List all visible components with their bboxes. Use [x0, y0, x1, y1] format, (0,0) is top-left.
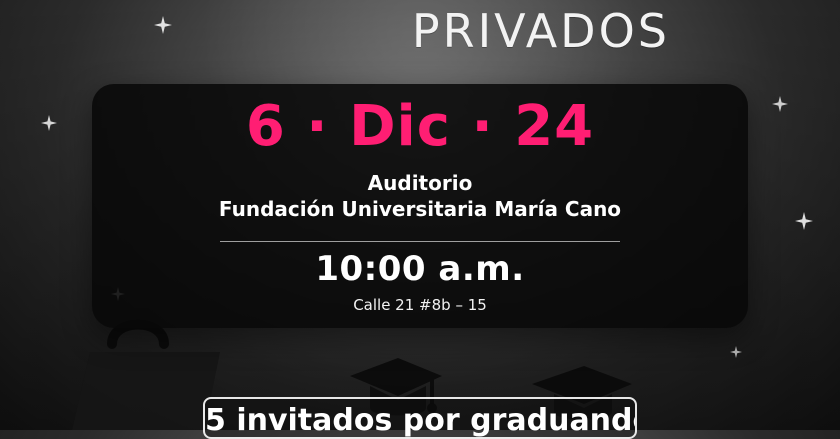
venue-line-2: Fundación Universitaria María Cano	[218, 197, 622, 221]
divider	[220, 241, 620, 242]
sparkle-icon	[772, 96, 788, 112]
sparkle-icon	[41, 115, 57, 131]
venue: Auditorio Fundación Universitaria María …	[92, 170, 748, 222]
guests-label: 5 invitados por graduando	[205, 403, 637, 438]
event-date: 6 · Dic · 24	[245, 94, 595, 159]
header: PRIVADOS	[0, 0, 840, 80]
sparkle-icon	[795, 212, 813, 230]
sparkle-icon	[730, 346, 742, 358]
event-address: Calle 21 #8b – 15	[353, 296, 487, 314]
event-card: 6 · Dic · 24 Auditorio Fundación Univers…	[92, 84, 748, 328]
event-time: 10:00 a.m.	[315, 249, 525, 289]
guests-badge: 5 invitados por graduando	[203, 397, 637, 439]
venue-line-1: Auditorio	[367, 171, 473, 195]
page-title: PRIVADOS	[411, 4, 670, 58]
